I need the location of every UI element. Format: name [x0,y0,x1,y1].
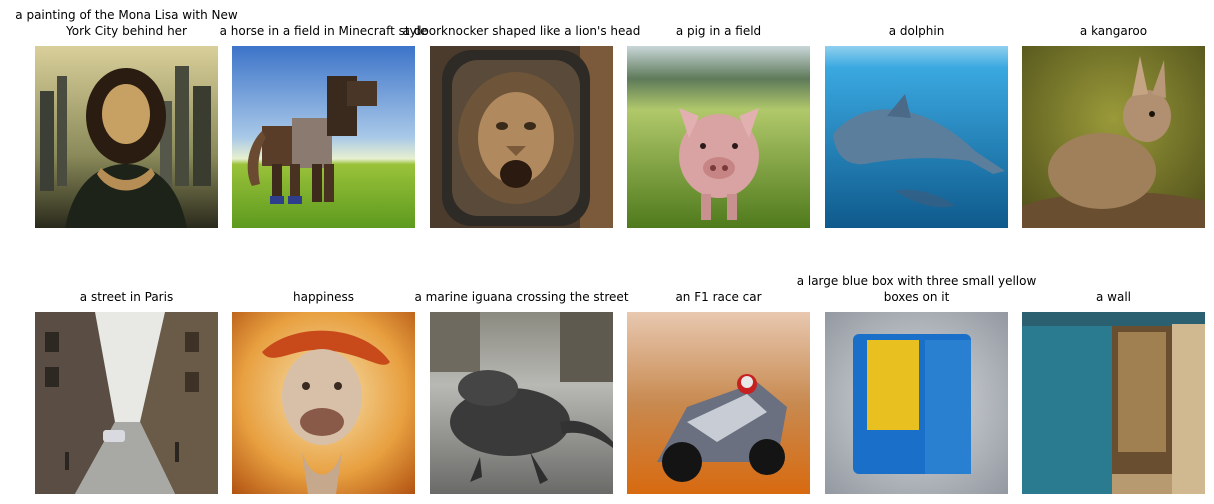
tile-mona-lisa: a painting of the Mona Lisa with New Yor… [15,8,238,228]
minecraft-horse-image [232,46,415,228]
tile-caption: a painting of the Mona Lisa with New Yor… [15,8,238,38]
tile-marine-iguana: a marine iguana crossing the street [414,290,629,494]
lion-doorknocker-image [430,46,613,228]
tile-caption: a dolphin [888,24,945,38]
pig-in-field-image [627,46,810,228]
f1-race-car-image [627,312,810,494]
tile-dolphin: a dolphin [825,24,1008,228]
tile-lion-doorknocker: a doorknocker shaped like a lion's head [403,24,640,228]
tile-caption: a large blue box with three small yellow… [796,274,1037,304]
tile-kangaroo: a kangaroo [1022,24,1205,228]
tile-caption: a pig in a field [675,24,762,38]
dolphin-image [825,46,1008,228]
mona-lisa-nyc-image [35,46,218,228]
tile-paris-street: a street in Paris [35,290,218,494]
tile-pig: a pig in a field [627,24,810,228]
tile-caption: an F1 race car [675,290,762,304]
tile-caption: a street in Paris [79,290,174,304]
tile-blue-box: a large blue box with three small yellow… [797,274,1036,494]
tile-caption: a marine iguana crossing the street [414,290,629,304]
tile-caption: a wall [1095,290,1132,304]
happiness-image [232,312,415,494]
kangaroo-image [1022,46,1205,228]
tile-minecraft-horse: a horse in a field in Minecraft style [220,24,427,228]
tile-caption: a horse in a field in Minecraft style [219,24,428,38]
tile-caption: a kangaroo [1079,24,1148,38]
tile-wall: a wall [1022,290,1205,494]
paris-street-image [35,312,218,494]
blue-box-image [825,312,1008,494]
tile-f1-race-car: an F1 race car [627,290,810,494]
tile-happiness: happiness [232,290,415,494]
tile-caption: a doorknocker shaped like a lion's head [402,24,641,38]
tile-caption: happiness [292,290,355,304]
marine-iguana-image [430,312,613,494]
wall-image [1022,312,1205,494]
